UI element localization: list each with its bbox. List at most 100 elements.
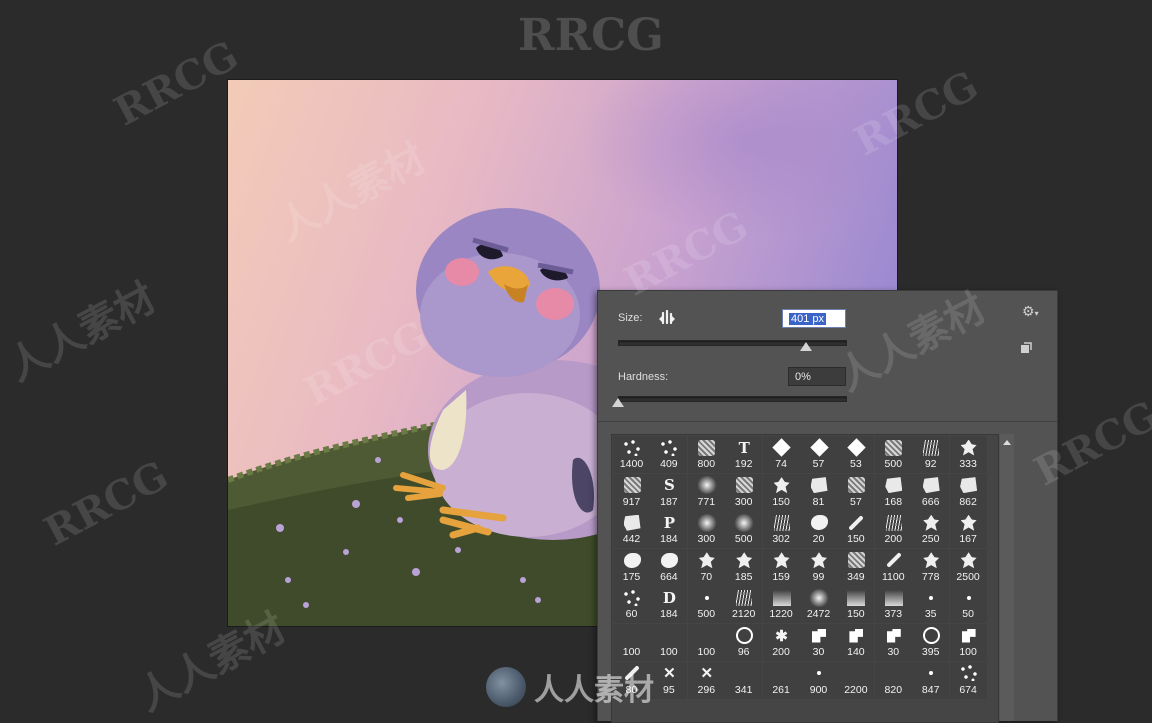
brush-preset[interactable]: 35 <box>912 586 950 624</box>
brush-preset[interactable]: 99 <box>800 548 837 586</box>
brush-preset[interactable]: 666 <box>912 473 950 511</box>
brush-preset[interactable]: 2120 <box>725 586 763 624</box>
brush-preset[interactable]: 100 <box>687 624 725 661</box>
brush-size-label: 159 <box>772 570 790 583</box>
brush-preset[interactable]: 100 <box>613 624 650 661</box>
brush-preset[interactable]: 917 <box>613 473 650 511</box>
brush-preset[interactable]: 100 <box>949 624 987 661</box>
brush-preset[interactable]: 60 <box>613 586 650 624</box>
brush-preset[interactable]: 50 <box>949 586 987 624</box>
brush-preset[interactable]: 674 <box>949 661 987 699</box>
brush-preset[interactable]: ✕ 95 <box>650 661 688 699</box>
brush-preset[interactable]: 900 <box>800 661 837 699</box>
brush-preset[interactable]: 100 <box>650 624 688 661</box>
brush-size-label: 500 <box>734 533 753 546</box>
brush-preset[interactable]: 74 <box>762 436 800 473</box>
brush-preset[interactable]: 20 <box>800 511 837 549</box>
brush-preset[interactable]: 1400 <box>613 436 650 473</box>
brush-preset[interactable]: 70 <box>687 548 725 586</box>
brush-preset[interactable]: 500 <box>874 436 912 473</box>
brush-preset[interactable]: 150 <box>762 473 800 511</box>
brush-preset[interactable]: 185 <box>725 548 763 586</box>
brush-size-label: 100 <box>622 646 641 658</box>
brush-preset[interactable]: 167 <box>949 511 987 549</box>
brush-preset[interactable]: ✕ 296 <box>687 661 725 699</box>
brush-preset[interactable]: 53 <box>837 436 875 473</box>
brush-preset[interactable]: 261 <box>762 661 800 699</box>
brush-preset[interactable]: 373 <box>874 586 912 624</box>
brush-preset[interactable]: 57 <box>800 436 837 473</box>
brush-preset[interactable]: 2200 <box>837 661 875 699</box>
scrubby-cursor-icon[interactable] <box>658 309 676 328</box>
brush-tip-speck-icon <box>959 588 979 607</box>
hardness-slider[interactable] <box>618 396 847 402</box>
brush-preset[interactable]: 2500 <box>949 548 987 586</box>
brush-size-label: 74 <box>775 458 787 470</box>
brush-preset[interactable]: 92 <box>912 436 950 473</box>
brush-preset[interactable]: 2472 <box>800 586 837 624</box>
hardness-slider-thumb[interactable] <box>612 398 624 407</box>
brush-preset[interactable]: 81 <box>800 473 837 511</box>
brush-preset[interactable]: 30 <box>800 624 837 661</box>
new-preset-icon[interactable] <box>1020 341 1032 353</box>
scroll-up-arrow-icon[interactable] <box>1003 440 1011 445</box>
brush-preset[interactable]: 800 <box>687 436 725 473</box>
brush-preset[interactable]: ✱ 200 <box>762 624 800 661</box>
brush-size-label: 187 <box>660 495 678 508</box>
brush-preset[interactable]: T 192 <box>725 436 763 473</box>
size-input[interactable]: 401 px <box>782 309 846 328</box>
brush-preset[interactable]: 57 <box>837 473 875 511</box>
brush-preset[interactable]: 1100 <box>874 548 912 586</box>
size-slider-thumb[interactable] <box>800 342 813 351</box>
brush-preset[interactable]: 150 <box>837 511 875 549</box>
brush-preset[interactable]: 96 <box>725 624 763 661</box>
brush-preset[interactable]: 300 <box>687 511 725 549</box>
gear-icon[interactable]: ⚙▾ <box>1022 303 1039 320</box>
size-slider[interactable] <box>618 340 847 346</box>
brush-preset[interactable]: 409 <box>650 436 688 473</box>
brush-size-label: 20 <box>812 533 825 546</box>
brush-size-label: 250 <box>921 533 940 546</box>
brush-preset[interactable]: 847 <box>912 661 950 699</box>
brush-preset[interactable]: 500 <box>725 511 763 549</box>
brush-size-label: 81 <box>812 495 825 508</box>
brush-tip-empty-icon <box>622 626 642 645</box>
brush-preset[interactable]: 159 <box>762 548 800 586</box>
brush-preset[interactable]: 820 <box>874 661 912 699</box>
brush-preset[interactable]: 1220 <box>762 586 800 624</box>
brush-preset[interactable]: 341 <box>725 661 763 699</box>
brush-preset[interactable]: 300 <box>725 473 763 511</box>
watermark-top: RRCG <box>518 10 664 61</box>
brush-preset[interactable]: 302 <box>762 511 800 549</box>
brush-tip-chalk-icon <box>809 476 829 495</box>
brush-preset[interactable]: 168 <box>874 473 912 511</box>
brush-preset[interactable]: 150 <box>837 586 875 624</box>
brush-preset[interactable]: 349 <box>837 548 875 586</box>
brush-size-label: 349 <box>847 570 865 583</box>
brush-tip-fade-icon <box>772 588 792 607</box>
brush-size-label: 60 <box>625 608 638 621</box>
brush-preset[interactable]: 442 <box>613 511 650 549</box>
brush-preset[interactable]: S 187 <box>650 473 688 511</box>
brush-preset[interactable]: 395 <box>912 624 950 661</box>
brush-preset[interactable]: 778 <box>912 548 950 586</box>
brush-preset[interactable]: 862 <box>949 473 987 511</box>
brush-preset[interactable]: 200 <box>874 511 912 549</box>
brush-preset[interactable]: 30 <box>874 624 912 661</box>
brush-preset[interactable]: D 184 <box>650 586 688 624</box>
brush-tip-tex-icon <box>697 438 717 457</box>
brush-preset[interactable]: 175 <box>613 548 650 586</box>
preset-scrollbar[interactable] <box>1000 434 1014 721</box>
brush-preset[interactable]: 664 <box>650 548 688 586</box>
brush-preset[interactable]: 140 <box>837 624 875 661</box>
brush-tip-leaf-icon <box>772 476 792 495</box>
brush-preset[interactable]: P 184 <box>650 511 688 549</box>
brush-size-label: 2200 <box>844 683 868 696</box>
brush-size-label: 862 <box>959 495 977 508</box>
brush-preset[interactable]: 771 <box>687 473 725 511</box>
brush-preset[interactable]: 333 <box>949 436 987 473</box>
brush-preset[interactable]: 250 <box>912 511 950 549</box>
hardness-input[interactable]: 0% <box>788 367 846 386</box>
watermark-diagonal: 人人素材 <box>0 273 164 391</box>
brush-preset[interactable]: 500 <box>687 586 725 624</box>
